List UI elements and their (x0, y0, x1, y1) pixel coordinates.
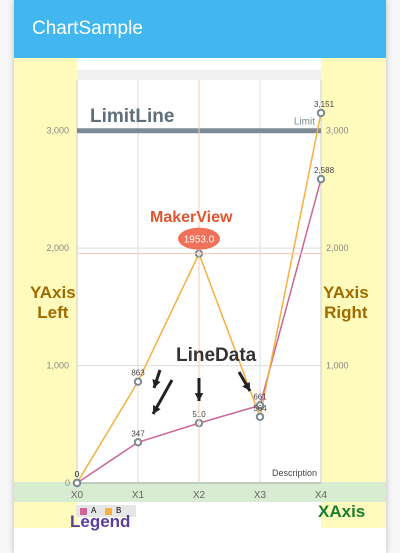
phone-screen: ChartSample Limit 0 347 510 661 2,588 0 863 564… (14, 0, 386, 553)
data-label: 863 (131, 369, 145, 378)
ytick-right: 3,000 (326, 126, 349, 136)
ytick-right: 1,000 (326, 361, 349, 371)
data-point-b (72, 478, 82, 488)
axis-labels: 1,000 1,0002,000 2,0003,000 3,0000X0 X1 X2 X3 X… (46, 126, 348, 501)
marker-value: 1953.0 (184, 235, 215, 246)
yaxis-left-line2: Left (37, 303, 69, 322)
data-point-b (255, 412, 265, 421)
data-point-b (133, 377, 143, 386)
data-label: 564 (253, 404, 267, 413)
yaxis-left-annotation: YAxis Left (30, 283, 76, 323)
data-label: 3,151 (314, 100, 335, 109)
limitline-annotation: LimitLine (90, 106, 175, 127)
data-label: 661 (253, 392, 267, 401)
yaxis-right-annotation: YAxis Right (323, 283, 369, 323)
data-label: 347 (131, 429, 145, 438)
xtick-label: X3 (254, 490, 267, 501)
yaxis-left-line1: YAxis (30, 283, 76, 302)
xtick-label: X1 (132, 490, 145, 501)
ytick-left: 2,000 (46, 243, 69, 253)
ytick-right: 2,000 (326, 243, 349, 253)
xaxis-annotation: XAxis (318, 502, 366, 521)
chart-top-strip (77, 70, 321, 80)
data-label: 2,588 (314, 166, 335, 175)
makerview-annotation: MakerView (150, 209, 233, 226)
yaxis-right-line2: Right (324, 303, 368, 322)
legend-annotation: Legend (70, 512, 131, 531)
app-title: ChartSample (32, 18, 143, 39)
limit-line-label: Limit (294, 117, 315, 128)
xtick-label: X4 (315, 490, 328, 501)
arrow-head (194, 393, 204, 401)
chart-description: Description (272, 468, 317, 478)
data-point-a (316, 174, 326, 184)
data-point-a (133, 438, 143, 447)
data-point-b (316, 108, 326, 118)
app-bar: ChartSample (14, 0, 386, 58)
linedata-annotation: LineData (176, 345, 257, 366)
ytick-left-zero: 0 (65, 478, 70, 488)
xtick-label: X0 (71, 490, 84, 501)
annotation-arrows (151, 369, 252, 415)
yaxis-right-line1: YAxis (323, 283, 369, 302)
ytick-left: 3,000 (46, 126, 69, 136)
ytick-left: 1,000 (46, 361, 69, 371)
data-label: 0 (75, 470, 80, 479)
xtick-label: X2 (193, 490, 206, 501)
